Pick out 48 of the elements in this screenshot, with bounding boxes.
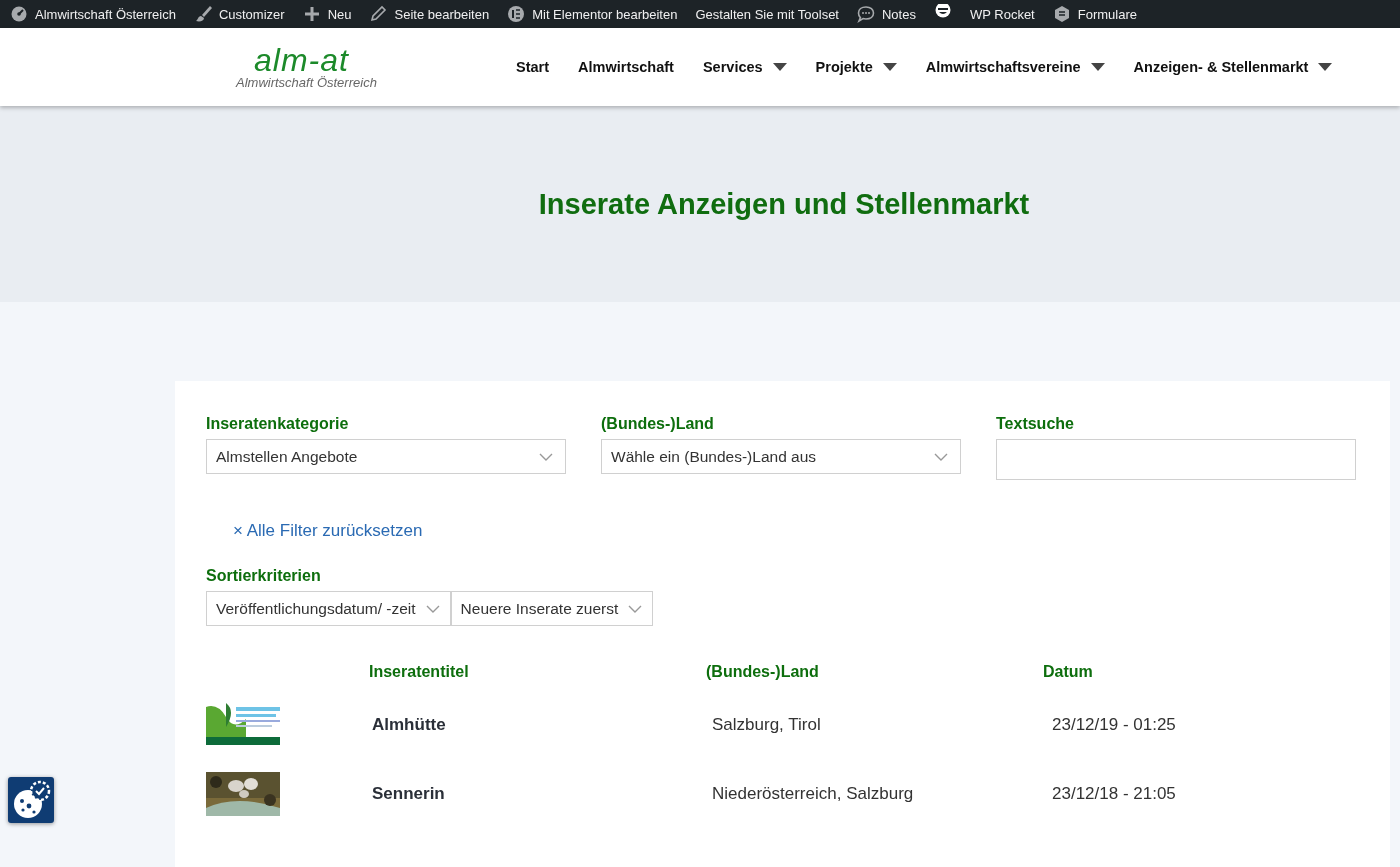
admin-bar-link[interactable]: Mit Elementor bearbeiten xyxy=(532,6,678,22)
nav-link[interactable]: Projekte xyxy=(815,59,897,75)
column-header[interactable]: (Bundes-)Land xyxy=(706,663,1043,681)
admin-bar-link[interactable]: Notes xyxy=(882,6,916,22)
admin-bar-link[interactable]: Neu xyxy=(327,6,352,22)
dropdown-field[interactable]: Wähle ein (Bundes-)Land aus xyxy=(601,439,961,474)
chevron-icon xyxy=(425,604,440,613)
admin-bar-link[interactable]: WP Rocket xyxy=(969,6,1035,22)
chevron-icon xyxy=(934,452,948,461)
gauge-icon[interactable] xyxy=(10,4,28,24)
nav-link[interactable]: Almwirtschaftsvereine xyxy=(925,59,1105,75)
elementor-icon[interactable] xyxy=(507,4,526,24)
nav-link[interactable]: Anzeigen- & Stellenmarkt xyxy=(1133,59,1333,75)
admin-bar-link[interactable]: Gestalten Sie mit Toolset xyxy=(695,6,839,22)
listing-title[interactable]: Almhütte xyxy=(369,715,709,735)
dropdown-field[interactable]: Almstellen Angebote xyxy=(206,439,566,474)
table-cell-text: Niederösterreich, Salzburg xyxy=(711,784,915,804)
nav-link[interactable]: Almwirtschaft xyxy=(578,59,674,75)
field-label: Sortierkriterien xyxy=(206,567,322,585)
chevron-icon xyxy=(628,604,643,613)
plus-icon[interactable] xyxy=(302,4,321,24)
cookie-icon xyxy=(11,780,51,820)
nav-link[interactable]: Start xyxy=(516,59,550,75)
cookie-settings-button[interactable] xyxy=(8,777,54,823)
admin-bar-link[interactable]: Almwirtschaft Österreich xyxy=(35,6,176,22)
admin-bar-link[interactable]: Formulare xyxy=(1077,6,1137,22)
table-cell-text: 23/12/19 - 01:25 xyxy=(1051,715,1176,735)
field-label: Textsuche xyxy=(996,415,1075,433)
dropdown-field[interactable]: Neuere Inserate zuerst xyxy=(450,591,654,626)
admin-bar-link[interactable]: Customizer xyxy=(218,6,285,22)
column-header[interactable]: Datum xyxy=(1043,663,1093,681)
table-cell-text: 23/12/18 - 21:05 xyxy=(1051,784,1176,804)
field-label: (Bundes-)Land xyxy=(601,415,715,433)
search-field[interactable] xyxy=(996,439,1356,480)
listing-title[interactable]: Sennerin xyxy=(369,784,709,804)
dropdown-field[interactable]: Veröffentlichungsdatum/ -zeit xyxy=(206,591,451,626)
chevron-icon xyxy=(539,452,553,461)
site-logo[interactable]: alm-at Almwirtschaft Österreich xyxy=(236,44,406,90)
page-title: Inserate Anzeigen und Stellenmarkt xyxy=(537,187,1030,221)
pencil-icon[interactable] xyxy=(369,4,388,24)
nav-link[interactable]: Services xyxy=(702,59,787,75)
table-cell-text: Salzburg, Tirol xyxy=(711,715,822,735)
column-header[interactable]: Inseratentitel xyxy=(369,663,706,681)
field-label: Inseratenkategorie xyxy=(206,415,350,433)
admin-bar-link[interactable]: Seite bearbeiten xyxy=(394,6,490,22)
form-icon[interactable] xyxy=(1052,4,1071,24)
reset-filters-link[interactable]: × Alle Filter zurücksetzen xyxy=(233,521,423,541)
comment-icon[interactable] xyxy=(857,4,875,24)
